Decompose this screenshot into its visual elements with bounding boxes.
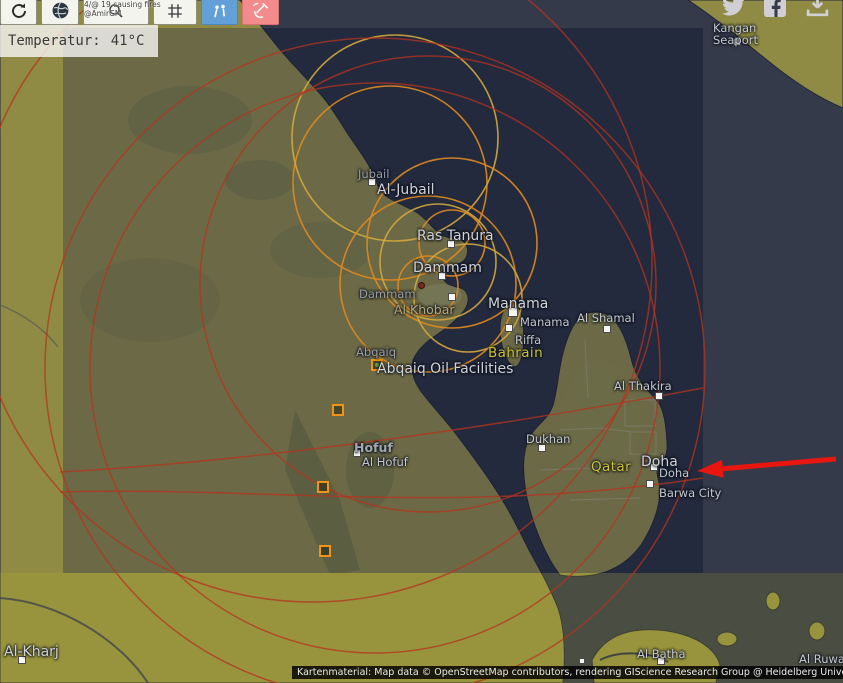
satellite-layer-button[interactable] [242,0,279,25]
map-canvas[interactable] [0,0,843,683]
map-application: 4/@ 19 causing fires @AmirGM Temperatur:… [0,0,843,683]
blue-layer-button[interactable] [201,0,238,25]
city-marker [505,324,513,332]
place-label: Dammam [413,260,482,276]
twitter-share-button[interactable] [720,0,747,19]
place-label: Al Thakira [614,379,672,393]
place-label: Al Shamal [577,311,635,325]
place-label: Manama [488,296,548,312]
place-label: Doha [659,466,689,480]
city-marker [646,480,654,488]
target-square [317,481,329,493]
city-marker [603,325,611,333]
figures-icon [211,2,229,20]
temperature-value: 41°C [111,33,145,49]
place-label: Al Hofuf [362,455,408,469]
globe-icon [51,1,70,20]
place-label: Ras Tanura [417,228,494,244]
place-label: Al Khobar [394,302,455,317]
city-marker [655,392,663,400]
city-marker [448,293,456,301]
twitter-icon [720,0,747,19]
city-dot-marker [418,282,425,289]
refresh-button[interactable] [0,0,37,25]
map-attribution: Kartenmaterial: Map data © OpenStreetMap… [292,666,843,679]
place-label: Al-Kharj [4,644,59,660]
place-label: Barwa City [659,486,721,500]
satellite-icon [251,1,270,20]
facebook-share-button[interactable] [763,0,787,18]
temperature-label: Temperatur: [8,33,101,49]
grid-button[interactable] [153,0,197,25]
city-marker [579,658,585,664]
place-label: Dammam [359,287,416,301]
download-button[interactable] [804,0,831,19]
place-label: Al-Jubail [377,182,435,198]
target-square [319,545,331,557]
facebook-icon [763,0,787,18]
place-label: Qatar [591,459,631,475]
place-label: Seaport [713,33,758,47]
place-label: Dukhan [526,432,570,446]
search-button[interactable] [83,0,149,25]
place-label: Bahrain [488,345,543,361]
place-label: Abqaiq [356,345,396,359]
refresh-icon [10,2,28,20]
place-label: Jubail [358,167,389,181]
place-label: Manama [520,315,570,329]
toolbar [0,0,279,25]
place-label: Al Ruwais [799,652,843,666]
globe-button[interactable] [41,0,79,25]
place-label: Abqaiq Oil Facilities [377,361,513,377]
grid-icon [166,2,184,20]
place-label: Al Batha [637,647,686,661]
download-icon [804,0,831,19]
place-label: Hofuf [354,440,393,455]
magnifier-icon [107,2,125,20]
target-square [332,404,344,416]
temperature-readout: Temperatur: 41°C [0,25,158,57]
